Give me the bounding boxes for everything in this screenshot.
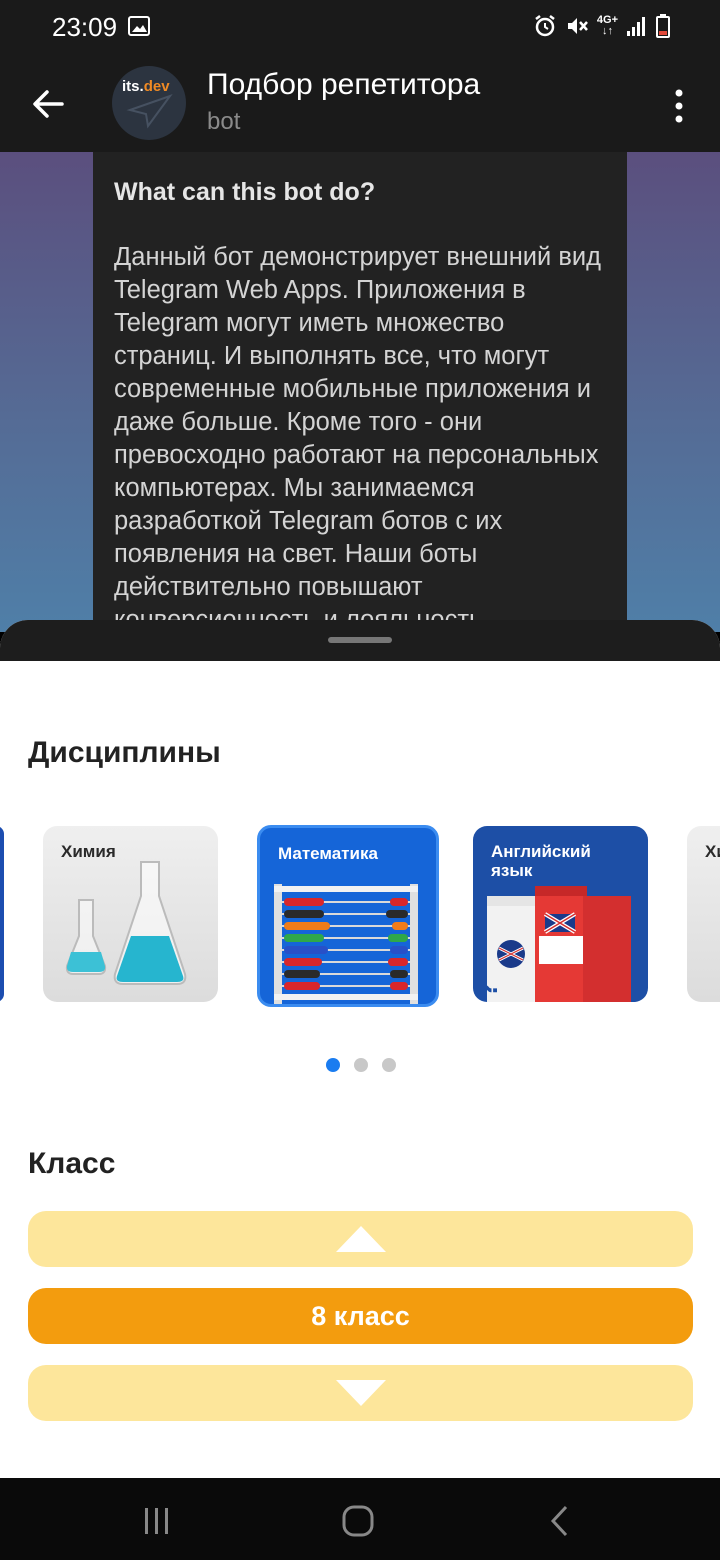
abacus-icon — [274, 884, 418, 1004]
battery-icon — [656, 14, 670, 38]
discipline-card-chemistry[interactable]: Химия — [43, 826, 218, 1002]
carousel-pagination — [326, 1058, 396, 1072]
home-icon[interactable] — [341, 1504, 375, 1538]
chat-subtitle: bot — [207, 108, 241, 135]
disciplines-heading: Дисциплины — [28, 736, 221, 769]
discipline-label: Химия — [705, 842, 720, 861]
network-label: 4G+ — [596, 14, 618, 26]
back-icon[interactable] — [548, 1504, 572, 1538]
grade-increase-button[interactable] — [28, 1211, 693, 1267]
drag-handle[interactable] — [328, 637, 392, 643]
back-arrow-icon[interactable] — [28, 84, 68, 124]
more-options-icon[interactable] — [672, 86, 686, 126]
disciplines-carousel[interactable]: Химия Математика Английский язык ? Х — [0, 825, 720, 1010]
discipline-card-math[interactable]: Математика — [257, 825, 439, 1007]
pagination-dot[interactable] — [354, 1058, 368, 1072]
bot-description: Данный бот демонстрирует внешний вид Tel… — [114, 243, 602, 632]
pagination-dot[interactable] — [326, 1058, 340, 1072]
discipline-card-english[interactable]: Английский язык ? — [473, 826, 648, 1002]
web-app-sheet: Дисциплины Химия Математика Английский я… — [0, 620, 720, 1478]
chat-background: What can this bot do? Данный бот демонст… — [0, 152, 720, 632]
triangle-up-icon — [335, 1226, 386, 1252]
flask-icon — [65, 861, 187, 985]
discipline-card-partial[interactable]: Химия — [687, 826, 720, 1002]
signal-icon — [627, 17, 645, 36]
grade-decrease-button[interactable] — [28, 1365, 693, 1421]
mute-icon — [567, 18, 588, 34]
status-time: 23:09 — [52, 12, 118, 42]
pagination-dot[interactable] — [382, 1058, 396, 1072]
grade-heading: Класс — [28, 1147, 116, 1180]
svg-text:?: ? — [478, 983, 503, 996]
paper-plane-icon — [126, 93, 173, 129]
triangle-down-icon — [335, 1380, 386, 1406]
grade-value: 8 класс — [28, 1288, 693, 1344]
image-icon — [128, 16, 150, 36]
chat-header: its.dev Подбор репетитора bot — [0, 56, 720, 152]
discipline-card-partial[interactable] — [0, 826, 4, 1002]
avatar[interactable]: its.dev — [112, 66, 186, 140]
bot-description-bubble: What can this bot do? Данный бот демонст… — [93, 152, 627, 632]
system-nav-bar — [0, 1478, 720, 1560]
chat-title: Подбор репетитора — [207, 68, 481, 101]
recent-apps-icon[interactable] — [142, 1506, 172, 1536]
sheet-header — [0, 620, 720, 661]
bot-question: What can this bot do? — [114, 178, 376, 206]
network-icon: 4G+ ↓↑ — [596, 14, 618, 37]
books-icon: ? — [478, 886, 631, 1002]
alarm-icon — [535, 15, 555, 37]
status-bar: 23:09 4G+ ↓↑ — [0, 0, 720, 56]
